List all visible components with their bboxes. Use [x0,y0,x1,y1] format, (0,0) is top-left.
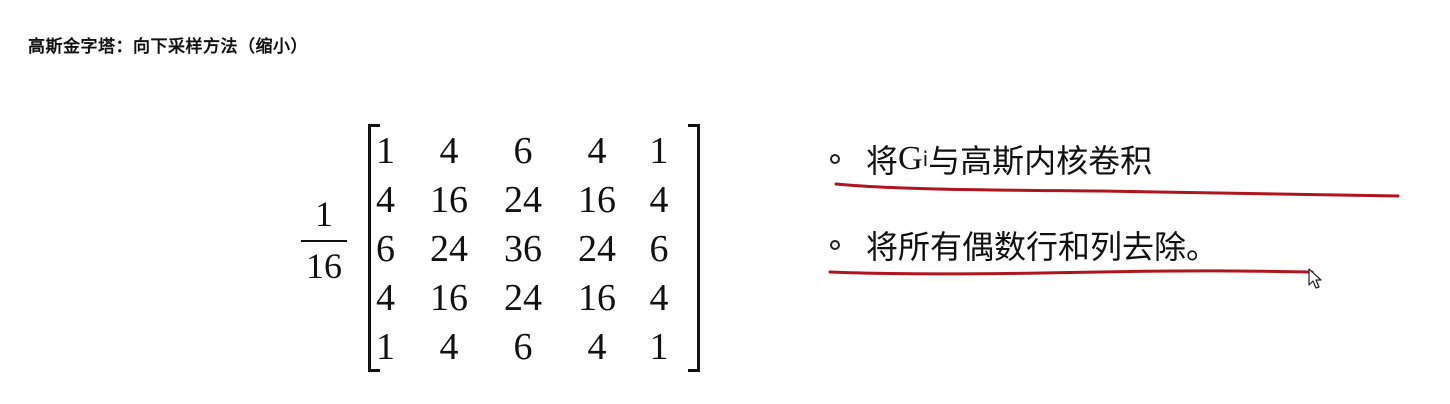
matrix-cell: 16 [430,276,468,319]
bullet-circle-icon [830,154,840,164]
gaussian-kernel-matrix: 1 4 6 4 1 4 16 24 16 4 6 24 36 24 6 4 16… [366,124,706,374]
mouse-pointer-icon [1308,268,1322,289]
red-underline-first [834,182,1400,198]
bullet-text-suffix: 与高斯内核卷积 [928,142,1153,180]
matrix-cell: 24 [504,276,542,319]
matrix-cell: 16 [430,178,468,221]
matrix-row: 4 16 24 16 4 [376,175,684,224]
matrix-cell: 1 [649,129,669,172]
fraction-denominator: 16 [306,246,342,286]
matrix-cell: 6 [513,129,533,172]
annotation-layer [828,182,1400,276]
matrix-cell: 4 [587,129,607,172]
matrix-table: 1 4 6 4 1 4 16 24 16 4 6 24 36 24 6 4 16… [376,126,684,371]
matrix-cell: 4 [376,276,395,319]
matrix-cell: 36 [504,227,542,270]
red-underline-second [828,269,1314,276]
matrix-cell: 4 [376,178,395,221]
fraction-numerator: 1 [315,194,333,234]
matrix-cell: 1 [376,129,395,172]
matrix-cell: 24 [430,227,468,270]
scale-fraction: 1 16 [296,196,352,288]
matrix-row: 1 4 6 4 1 [376,126,684,175]
matrix-cell: 24 [504,178,542,221]
matrix-cell: 4 [439,325,459,368]
matrix-row: 6 24 36 24 6 [376,224,684,273]
matrix-cell: 6 [649,227,669,270]
bullet-item-convolve: 将 G i 与高斯内核卷积 [830,136,1152,182]
matrix-cell: 1 [649,325,669,368]
matrix-cell: 4 [587,325,607,368]
matrix-cell: 24 [578,227,616,270]
matrix-row: 1 4 6 4 1 [376,322,684,371]
matrix-cell: 4 [439,129,459,172]
bullet-text-prefix: 将 [866,142,899,180]
matrix-cell: 4 [649,276,669,319]
matrix-cell: 6 [376,227,395,270]
bullet-item-remove-even: 将所有偶数行和列去除。 [830,222,1218,268]
matrix-cell: 6 [513,325,533,368]
matrix-cell: 16 [578,178,616,221]
matrix-right-bracket [688,124,700,372]
matrix-cell: 4 [649,178,669,221]
matrix-cell: 16 [578,276,616,319]
symbol-g: G [898,140,923,177]
page-title: 高斯金字塔：向下采样方法（缩小） [28,37,308,57]
matrix-row: 4 16 24 16 4 [376,273,684,322]
bullet-circle-icon [830,240,840,250]
fraction-bar [301,240,347,242]
matrix-cell: 1 [376,325,395,368]
bullet-text: 将所有偶数行和列去除。 [866,228,1219,266]
